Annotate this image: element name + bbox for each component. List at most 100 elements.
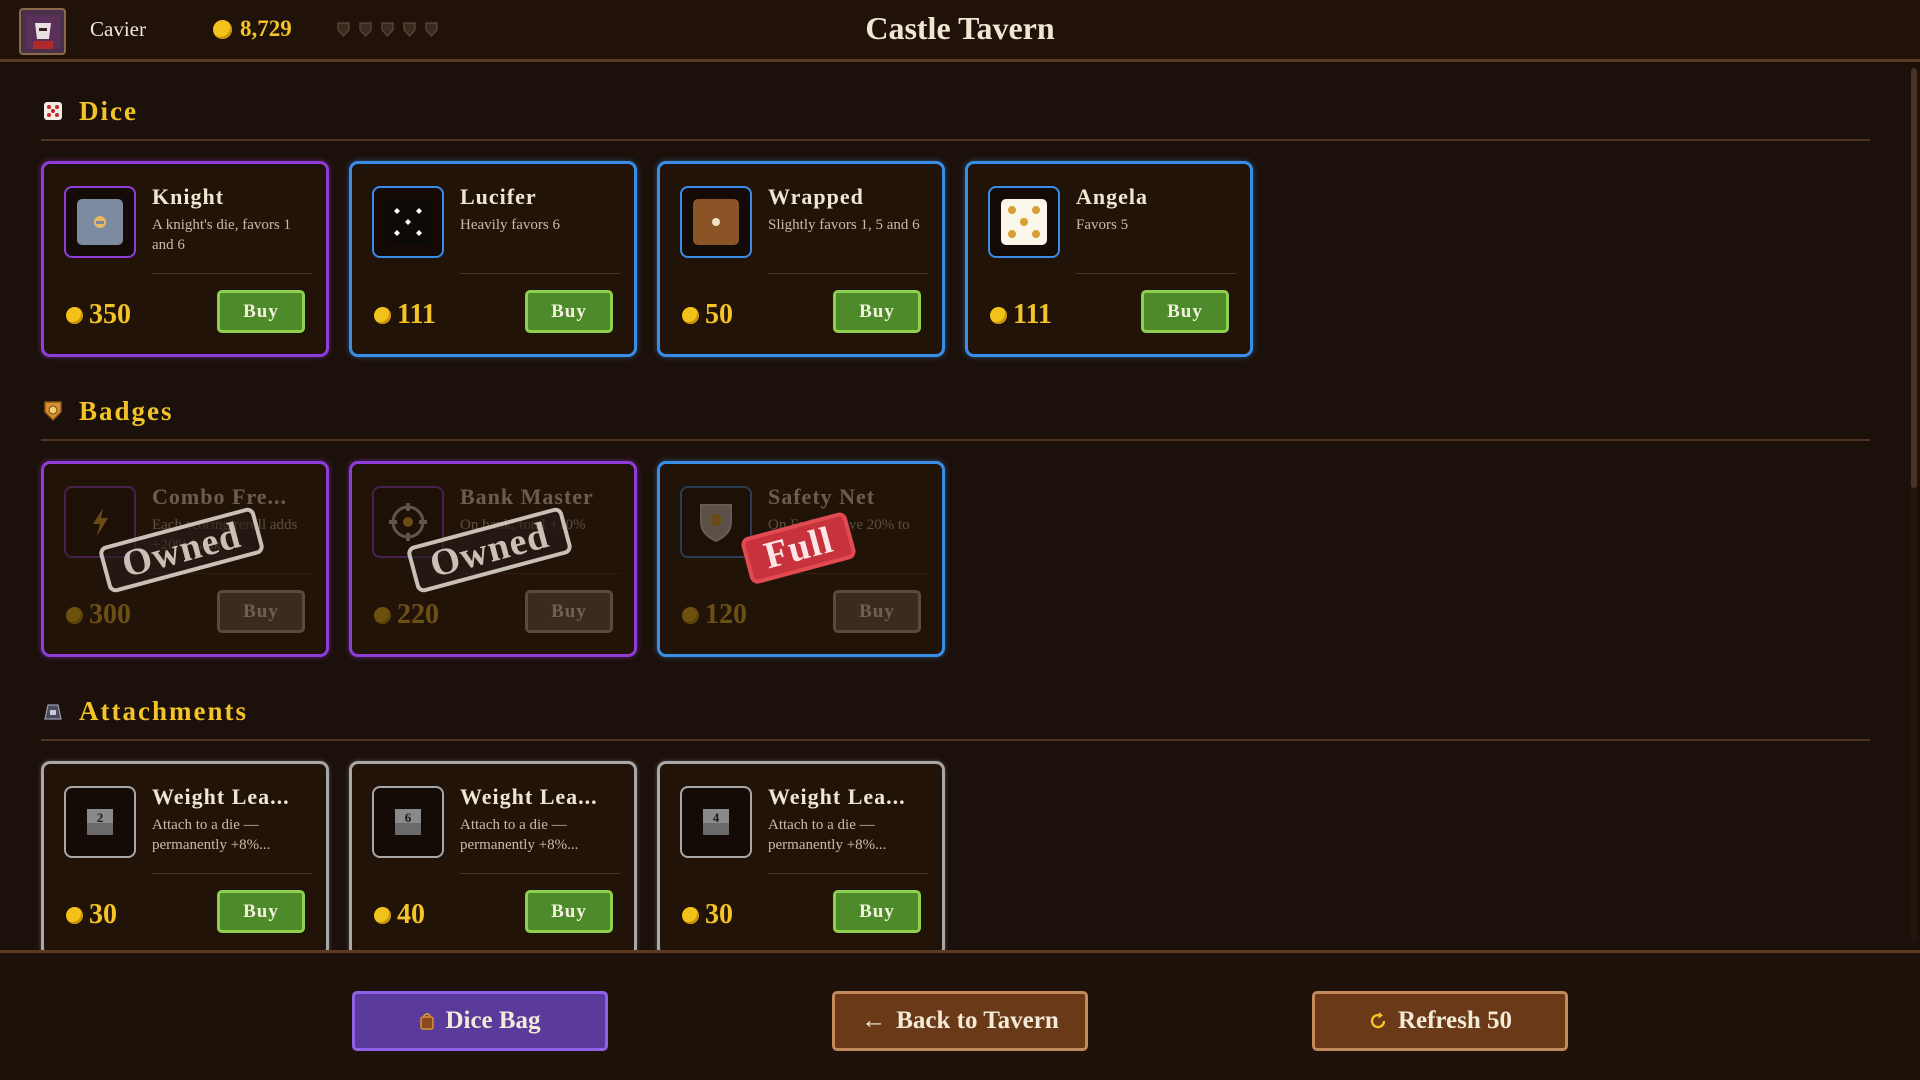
price-value: 40 <box>397 899 425 930</box>
section-divider <box>41 139 1870 141</box>
wrapped-die-icon <box>680 186 752 258</box>
lucifer-die-icon <box>372 186 444 258</box>
card-divider <box>152 273 312 274</box>
item-description: On bank: total +10% <box>460 517 586 533</box>
dice-section: Dice Knight A knight's die, favors 1 and… <box>41 91 1870 357</box>
item-price: 111 <box>990 299 1052 331</box>
back-to-tavern-button[interactable]: ← Back to Tavern <box>832 991 1088 1051</box>
price-value: 120 <box>705 599 747 630</box>
price-value: 350 <box>89 299 131 330</box>
price-value: 111 <box>1013 299 1052 330</box>
refresh-button[interactable]: Refresh 50 <box>1312 991 1568 1051</box>
shop-card-bank-master: Bank Master On bank: total +10% 220 Buy … <box>349 461 637 657</box>
item-name: Safety Net <box>768 484 876 509</box>
buy-button[interactable]: Buy <box>217 290 305 333</box>
dice-section-title: Dice <box>79 95 138 126</box>
badges-section-header: Badges <box>41 391 1870 431</box>
item-price: 50 <box>682 299 733 331</box>
item-price: 30 <box>682 899 733 931</box>
buy-button[interactable]: Buy <box>217 890 305 933</box>
card-divider <box>768 873 928 874</box>
shop-card-combo-frenzy: Combo Fre... Each scoring reroll adds +2… <box>41 461 329 657</box>
card-divider <box>460 873 620 874</box>
gold-coin-icon <box>66 606 83 624</box>
shop-card-lucifer[interactable]: Lucifer Heavily favors 6 111 Buy <box>349 161 637 357</box>
buy-button[interactable]: Buy <box>833 290 921 333</box>
item-name: Wrapped <box>768 184 864 209</box>
shop-card-weight-6[interactable]: 6 Weight Lea... Attach to a die — perman… <box>349 761 637 950</box>
shop-card-wrapped[interactable]: Wrapped Slightly favors 1, 5 and 6 50 Bu… <box>657 161 945 357</box>
price-value: 220 <box>397 599 439 630</box>
gold-coin-icon <box>374 906 391 924</box>
item-description: A knight's die, favors 1 and 6 <box>152 217 291 253</box>
dice-section-header: Dice <box>41 91 1870 131</box>
shop-card-weight-4[interactable]: 4 Weight Lea... Attach to a die — perman… <box>657 761 945 950</box>
shield-icon <box>680 486 752 558</box>
gold-coin-icon <box>990 306 1007 324</box>
knight-die-icon <box>64 186 136 258</box>
refresh-label: Refresh 50 <box>1397 1007 1513 1034</box>
buy-button[interactable]: Buy <box>525 890 613 933</box>
buy-button[interactable]: Buy <box>1141 290 1229 333</box>
dice-icon <box>41 99 65 123</box>
card-divider <box>768 573 928 574</box>
item-description: Attach to a die — permanently +8%... <box>768 817 887 853</box>
gold-coin-icon <box>682 906 699 924</box>
item-price: 40 <box>374 899 425 931</box>
item-description: Attach to a die — permanently +8%... <box>152 817 271 853</box>
shop-card-weight-2[interactable]: 2 Weight Lea... Attach to a die — perman… <box>41 761 329 950</box>
item-name: Combo Fre... <box>152 484 288 509</box>
shop-card-angela[interactable]: Angela Favors 5 111 Buy <box>965 161 1253 357</box>
top-bar: Cavier 8,729 Castle Tavern <box>0 0 1920 62</box>
weight-face-label: 2 <box>97 810 104 825</box>
item-description: Each scoring reroll adds +20% bank <box>152 517 298 553</box>
arrow-left-icon: ← <box>861 1007 887 1034</box>
buy-button-disabled: Buy <box>217 590 305 633</box>
attachments-section-title: Attachments <box>79 695 248 726</box>
price-value: 30 <box>89 899 117 930</box>
buy-button[interactable]: Buy <box>525 290 613 333</box>
item-name: Weight Lea... <box>152 784 290 809</box>
card-divider <box>460 273 620 274</box>
item-name: Lucifer <box>460 184 537 209</box>
gold-coin-icon <box>682 606 699 624</box>
item-description: Favors 5 <box>1076 217 1129 233</box>
item-price: 120 <box>682 599 747 631</box>
price-value: 30 <box>705 899 733 930</box>
item-name: Weight Lea... <box>768 784 906 809</box>
back-to-tavern-label: Back to Tavern <box>896 1007 1059 1034</box>
bottom-bar: Dice Bag ← Back to Tavern Refresh 50 <box>0 950 1920 1080</box>
weight-6-icon: 6 <box>372 786 444 858</box>
buy-button-disabled: Buy <box>525 590 613 633</box>
item-price: 30 <box>66 899 117 931</box>
item-name: Bank Master <box>460 484 594 509</box>
section-divider <box>41 439 1870 441</box>
price-value: 50 <box>705 299 733 330</box>
target-icon <box>372 486 444 558</box>
gold-coin-icon <box>682 306 699 324</box>
dice-bag-label: Dice Bag <box>445 1007 541 1034</box>
item-description: Heavily favors 6 <box>460 217 560 233</box>
bag-icon <box>420 1013 435 1030</box>
item-price: 220 <box>374 599 439 631</box>
section-divider <box>41 739 1870 741</box>
item-price: 111 <box>374 299 436 331</box>
weight-2-icon: 2 <box>64 786 136 858</box>
buy-button[interactable]: Buy <box>833 890 921 933</box>
scrollbar-thumb[interactable] <box>1911 68 1917 488</box>
item-name: Weight Lea... <box>460 784 598 809</box>
shop-scroll-area[interactable]: Dice Knight A knight's die, favors 1 and… <box>0 65 1920 950</box>
card-divider <box>1076 273 1236 274</box>
item-description: On Farkle: save 20% to total <box>768 517 910 553</box>
item-price: 350 <box>66 299 131 331</box>
attachments-section: Attachments 2 Weight Lea... Attach to a … <box>41 691 1870 950</box>
attachments-section-header: Attachments <box>41 691 1870 731</box>
shop-card-knight[interactable]: Knight A knight's die, favors 1 and 6 35… <box>41 161 329 357</box>
item-name: Angela <box>1076 184 1148 209</box>
dice-bag-button[interactable]: Dice Bag <box>352 991 608 1051</box>
card-divider <box>152 873 312 874</box>
price-value: 111 <box>397 299 436 330</box>
shop-card-safety-net: Safety Net On Farkle: save 20% to total … <box>657 461 945 657</box>
weight-face-label: 6 <box>405 810 412 825</box>
badges-section: Badges Combo Fre... Each scoring reroll … <box>41 391 1870 657</box>
